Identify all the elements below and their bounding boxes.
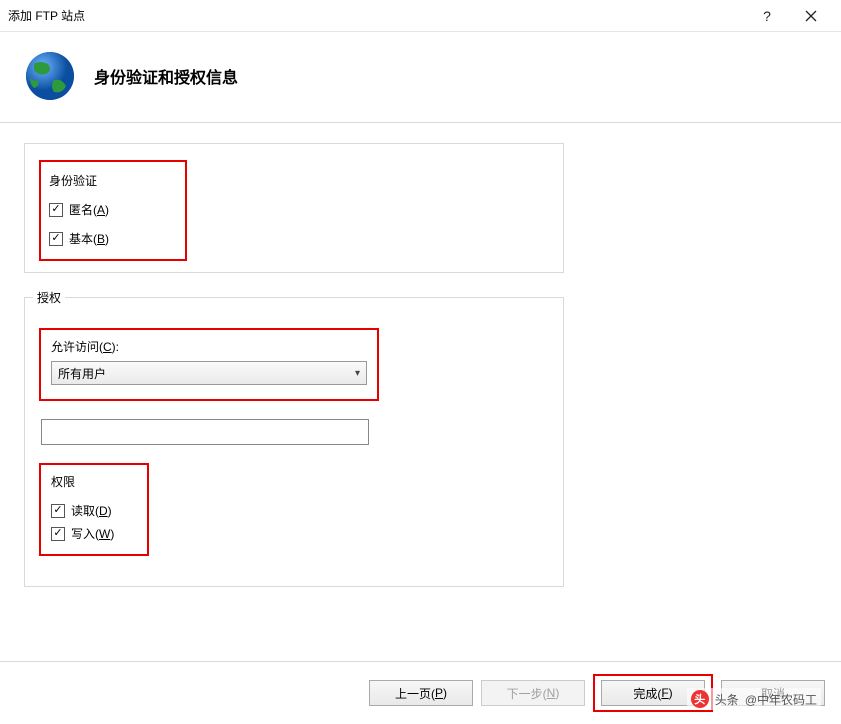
auth-highlight: 身份验证 ✓ 匿名(A) ✓ 基本(B) bbox=[39, 160, 187, 261]
perm-highlight: 权限 ✓ 读取(D) ✓ 写入(W) bbox=[39, 463, 149, 556]
access-select[interactable]: 所有用户 ▾ bbox=[51, 361, 367, 385]
titlebar: 添加 FTP 站点 ? bbox=[0, 0, 841, 32]
globe-icon bbox=[24, 50, 76, 102]
wizard-header: 身份验证和授权信息 bbox=[0, 32, 841, 123]
authz-highlight: 允许访问(C): 所有用户 ▾ bbox=[39, 328, 379, 401]
auth-fieldset: 身份验证 身份验证 ✓ 匿名(A) ✓ 基本(B) bbox=[24, 143, 564, 273]
write-checkbox-row[interactable]: ✓ 写入(W) bbox=[51, 525, 137, 542]
anonymous-label: 匿名(A) bbox=[69, 201, 109, 218]
auth-legend-text: 身份验证 bbox=[49, 172, 177, 189]
perm-legend-text: 权限 bbox=[51, 473, 137, 490]
window-title: 添加 FTP 站点 bbox=[8, 7, 745, 24]
chevron-down-icon: ▾ bbox=[355, 368, 360, 379]
write-label: 写入(W) bbox=[71, 525, 114, 542]
read-checkbox[interactable]: ✓ bbox=[51, 504, 65, 518]
prev-button[interactable]: 上一页(P) bbox=[369, 680, 473, 706]
authz-legend: 授权 bbox=[33, 289, 65, 306]
anonymous-checkbox-row[interactable]: ✓ 匿名(A) bbox=[49, 201, 177, 218]
next-button: 下一步(N) bbox=[481, 680, 585, 706]
help-button[interactable]: ? bbox=[745, 0, 789, 32]
access-label: 允许访问(C): bbox=[51, 338, 367, 355]
user-textbox[interactable] bbox=[41, 419, 369, 445]
close-button[interactable] bbox=[789, 0, 833, 32]
anonymous-checkbox[interactable]: ✓ bbox=[49, 203, 63, 217]
basic-label: 基本(B) bbox=[69, 230, 109, 247]
access-select-value: 所有用户 bbox=[58, 365, 106, 382]
watermark-prefix: 头条 bbox=[715, 691, 739, 708]
watermark-author: @中年农码工 bbox=[745, 691, 817, 708]
close-icon bbox=[805, 10, 817, 22]
watermark: 头 头条 @中年农码工 bbox=[687, 688, 821, 710]
page-title: 身份验证和授权信息 bbox=[94, 64, 238, 88]
read-checkbox-row[interactable]: ✓ 读取(D) bbox=[51, 502, 137, 519]
basic-checkbox[interactable]: ✓ bbox=[49, 232, 63, 246]
basic-checkbox-row[interactable]: ✓ 基本(B) bbox=[49, 230, 177, 247]
watermark-icon: 头 bbox=[691, 690, 709, 708]
write-checkbox[interactable]: ✓ bbox=[51, 527, 65, 541]
authz-fieldset: 授权 允许访问(C): 所有用户 ▾ 权限 ✓ 读取(D) ✓ bbox=[24, 297, 564, 587]
read-label: 读取(D) bbox=[71, 502, 112, 519]
content-area: 身份验证 身份验证 ✓ 匿名(A) ✓ 基本(B) 授权 允许访问(C): bbox=[0, 123, 841, 653]
